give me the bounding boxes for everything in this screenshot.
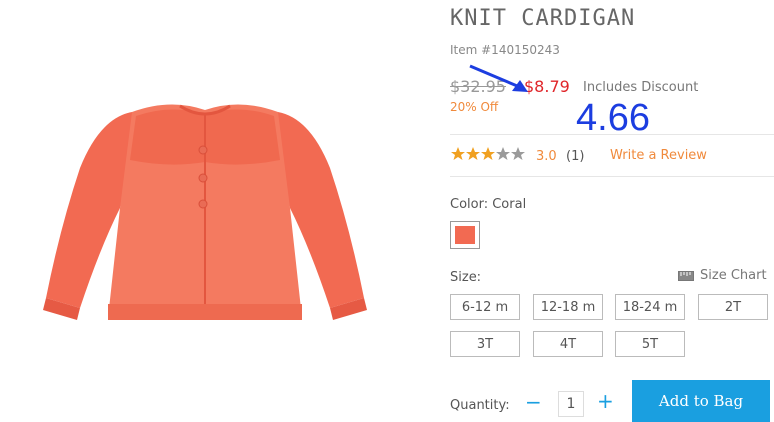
product-title: KNIT CARDIGAN bbox=[450, 6, 636, 31]
size-option-2t[interactable]: 2T bbox=[698, 294, 768, 320]
quantity-increase-button[interactable]: + bbox=[597, 389, 614, 413]
size-option-6-12m[interactable]: 6-12 m bbox=[450, 294, 520, 320]
color-swatch-coral[interactable] bbox=[450, 221, 480, 249]
add-to-bag-button[interactable]: Add to Bag bbox=[632, 380, 770, 422]
size-option-4t[interactable]: 4T bbox=[533, 331, 603, 357]
rating-value: 3.0 bbox=[536, 149, 557, 164]
size-chart-label: Size Chart bbox=[700, 268, 767, 283]
size-chart-link[interactable]: Size Chart bbox=[678, 268, 767, 283]
divider bbox=[450, 134, 774, 135]
item-number: Item #140150243 bbox=[450, 43, 560, 57]
size-option-3t[interactable]: 3T bbox=[450, 331, 520, 357]
star-rating-icon bbox=[451, 147, 525, 160]
size-option-5t[interactable]: 5T bbox=[615, 331, 685, 357]
product-image bbox=[43, 104, 367, 320]
quantity-decrease-button[interactable]: − bbox=[525, 390, 542, 414]
percent-off-label: 20% Off bbox=[450, 100, 499, 114]
write-review-link[interactable]: Write a Review bbox=[610, 148, 707, 163]
quantity-label: Quantity: bbox=[450, 398, 510, 413]
rating-count: (1) bbox=[566, 149, 585, 164]
size-option-18-24m[interactable]: 18-24 m bbox=[615, 294, 685, 320]
discount-note: Includes Discount bbox=[583, 80, 699, 95]
divider bbox=[450, 176, 774, 177]
annotation-arrow-icon bbox=[469, 64, 528, 92]
quantity-input[interactable]: 1 bbox=[558, 391, 584, 417]
ruler-icon bbox=[678, 270, 694, 281]
color-label: Color: Coral bbox=[450, 197, 527, 212]
swatch-fill bbox=[455, 226, 475, 244]
size-option-12-18m[interactable]: 12-18 m bbox=[533, 294, 603, 320]
size-label: Size: bbox=[450, 270, 482, 285]
